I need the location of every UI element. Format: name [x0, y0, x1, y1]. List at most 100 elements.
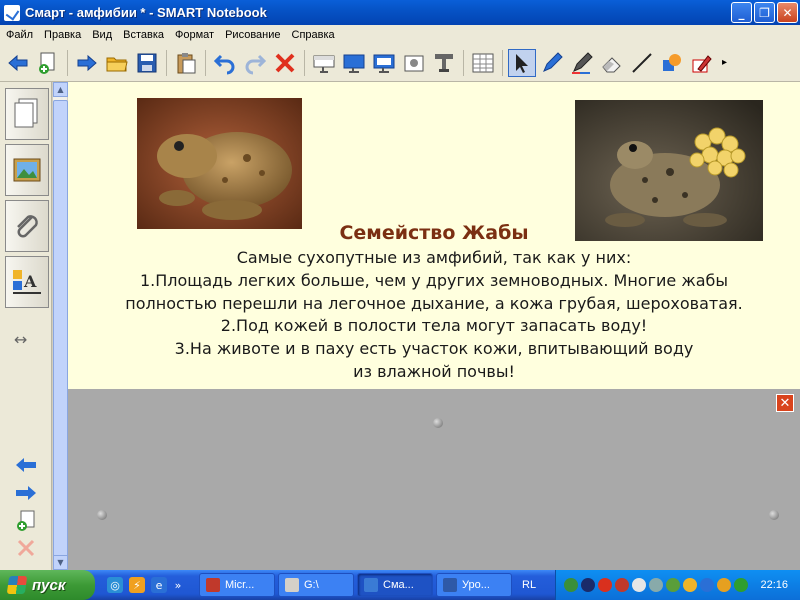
- windows-logo-icon: [6, 576, 28, 594]
- menu-draw[interactable]: Рисование: [219, 29, 285, 41]
- menu-view[interactable]: Вид: [86, 29, 117, 41]
- sidebar-resize-icon[interactable]: ↔: [14, 330, 27, 349]
- search-icon[interactable]: ◎: [107, 577, 123, 593]
- toolbar-overflow-icon[interactable]: ▸: [722, 57, 727, 68]
- text-line: полностью перешли на легочное дыхание, а…: [125, 293, 743, 313]
- delete-page-icon[interactable]: [16, 538, 36, 562]
- toolbar-separator: [502, 49, 503, 76]
- tray-update-icon[interactable]: [632, 578, 646, 592]
- scroll-up-icon[interactable]: ▲: [53, 82, 68, 97]
- smart-notebook-task-icon: [364, 578, 378, 592]
- window-controls: _ ❐ ✕: [731, 2, 798, 23]
- text-tool-icon[interactable]: [430, 49, 458, 77]
- close-area-icon[interactable]: ✕: [776, 394, 794, 412]
- tray-antivirus-icon[interactable]: [581, 578, 595, 592]
- resize-handle[interactable]: [97, 510, 107, 520]
- properties-icon[interactable]: A: [5, 256, 49, 308]
- title-bar[interactable]: Смарт - амфибии * - SMART Notebook _ ❐ ✕: [0, 0, 800, 25]
- pen-icon[interactable]: [538, 49, 566, 77]
- table-icon[interactable]: [469, 49, 497, 77]
- task-button-powerpoint[interactable]: Micr...: [199, 573, 275, 597]
- media-icon[interactable]: ⚡: [129, 577, 145, 593]
- select-arrow-icon[interactable]: [508, 48, 536, 77]
- resize-handle[interactable]: [769, 510, 779, 520]
- add-page-icon[interactable]: [16, 510, 36, 536]
- attachments-icon[interactable]: [5, 200, 49, 252]
- powerpoint-icon: [206, 578, 220, 592]
- toad-photo-left[interactable]: [137, 98, 302, 229]
- menu-edit[interactable]: Правка: [38, 29, 86, 41]
- magic-pen-icon[interactable]: [688, 49, 716, 77]
- screen-shade-icon[interactable]: [310, 49, 338, 77]
- page-heading[interactable]: Семейство Жабы: [68, 222, 800, 244]
- menu-help[interactable]: Справка: [286, 29, 340, 41]
- menu-insert[interactable]: Вставка: [117, 29, 169, 41]
- new-page-icon[interactable]: [34, 49, 62, 77]
- toad-with-eggs-photo-right[interactable]: [575, 100, 763, 241]
- redo-icon[interactable]: [241, 49, 269, 77]
- quick-launch: ◎ ⚡ e »: [107, 577, 199, 593]
- start-label: пуск: [32, 576, 66, 594]
- resize-handle[interactable]: [433, 418, 443, 428]
- menu-file[interactable]: Файл: [0, 29, 38, 41]
- work-area[interactable]: ✕: [68, 389, 800, 570]
- text-line: из влажной почвы!: [353, 361, 515, 381]
- dual-display-icon[interactable]: [370, 49, 398, 77]
- tray-network-icon[interactable]: [564, 578, 578, 592]
- eraser-icon[interactable]: [598, 49, 626, 77]
- left-sidebar: A ↔: [0, 82, 52, 570]
- tray-volume-icon[interactable]: [717, 578, 731, 592]
- tray-display-icon[interactable]: [666, 578, 680, 592]
- page-sorter-icon[interactable]: [5, 88, 49, 140]
- forward-arrow-icon[interactable]: [73, 49, 101, 77]
- toolbar-separator: [463, 49, 464, 76]
- scroll-down-icon[interactable]: ▼: [53, 555, 68, 570]
- system-tray: 22:16: [555, 570, 800, 600]
- drive-icon: [285, 578, 299, 592]
- vertical-scrollbar[interactable]: ▲ ▼: [52, 82, 68, 580]
- maximize-button[interactable]: ❐: [754, 2, 775, 23]
- minimize-button[interactable]: _: [731, 2, 752, 23]
- tray-power-icon[interactable]: [683, 578, 697, 592]
- internet-explorer-icon[interactable]: e: [151, 577, 167, 593]
- shapes-icon[interactable]: [658, 49, 686, 77]
- back-arrow-icon[interactable]: [4, 49, 32, 77]
- menu-format[interactable]: Формат: [169, 29, 219, 41]
- undo-icon[interactable]: [211, 49, 239, 77]
- toolbar-separator: [67, 49, 68, 76]
- tray-usb-icon[interactable]: [734, 578, 748, 592]
- tray-opera-icon[interactable]: [598, 578, 612, 592]
- gallery-icon[interactable]: [5, 144, 49, 196]
- prev-page-icon[interactable]: [14, 456, 38, 478]
- task-button-smart-notebook[interactable]: Сма...: [357, 573, 433, 597]
- smart-notebook-icon: [4, 4, 20, 21]
- toolbar-separator: [205, 49, 206, 76]
- task-button-drive[interactable]: G:\: [278, 573, 354, 597]
- line-icon[interactable]: [628, 49, 656, 77]
- full-screen-icon[interactable]: [340, 49, 368, 77]
- language-indicator[interactable]: RL: [522, 579, 536, 591]
- paste-icon[interactable]: [172, 49, 200, 77]
- task-buttons: Micr... G:\ Сма... Уро...: [199, 573, 512, 597]
- start-button[interactable]: пуск: [0, 570, 95, 600]
- close-button[interactable]: ✕: [777, 2, 798, 23]
- toolbar-separator: [166, 49, 167, 76]
- taskbar: пуск ◎ ⚡ e » Micr... G:\ Сма... Уро... R…: [0, 570, 800, 600]
- delete-icon[interactable]: [271, 49, 299, 77]
- scroll-thumb[interactable]: [53, 100, 68, 580]
- open-folder-icon[interactable]: [103, 49, 131, 77]
- tray-shield-icon[interactable]: [615, 578, 629, 592]
- capture-icon[interactable]: [400, 49, 428, 77]
- quicklaunch-more-icon[interactable]: »: [173, 577, 183, 593]
- svg-text:A: A: [23, 272, 37, 291]
- text-line: 3.На животе и в паху есть участок кожи, …: [174, 339, 694, 359]
- tray-settings-icon[interactable]: [649, 578, 663, 592]
- page-body-text[interactable]: Самые сухопутные из амфибий, так как у н…: [68, 247, 800, 384]
- notebook-page[interactable]: Семейство Жабы Самые сухопутные из амфиб…: [68, 82, 800, 389]
- task-button-word[interactable]: Уро...: [436, 573, 512, 597]
- main-toolbar: ▸: [0, 44, 800, 82]
- next-page-icon[interactable]: [14, 484, 38, 506]
- save-icon[interactable]: [133, 49, 161, 77]
- tray-help-icon[interactable]: [700, 578, 714, 592]
- creative-pen-icon[interactable]: [568, 49, 596, 77]
